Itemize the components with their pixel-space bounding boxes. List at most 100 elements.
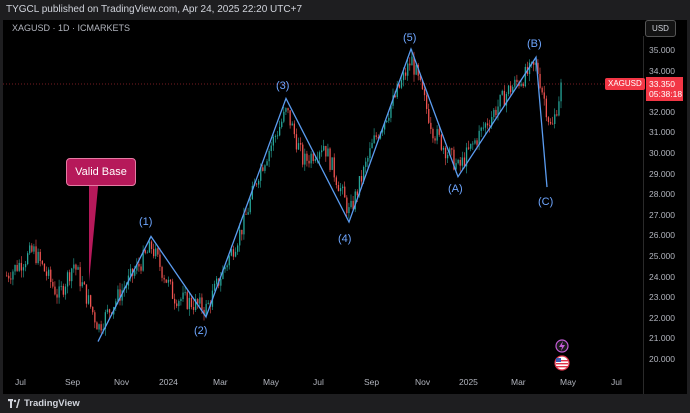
candle-body <box>371 143 373 149</box>
candle-body <box>480 127 482 131</box>
candle-body <box>262 167 264 171</box>
candle-body <box>552 123 554 125</box>
candle-body <box>12 271 14 280</box>
candle-body <box>62 285 64 295</box>
candle-body <box>163 277 165 280</box>
candle-body <box>226 265 228 268</box>
price-tick: 29.000 <box>649 168 675 179</box>
wave-label-5: (5) <box>403 32 417 44</box>
candle-body <box>474 140 476 144</box>
candle-body <box>554 114 556 125</box>
candle-body <box>106 309 109 313</box>
candle-body <box>310 153 312 164</box>
candle-body <box>199 297 201 304</box>
candle-body <box>22 267 25 271</box>
candle-body <box>287 108 289 111</box>
candle-body <box>87 295 90 304</box>
candle-body <box>90 295 92 307</box>
candle-body <box>18 262 20 271</box>
candle-body <box>281 121 283 127</box>
candle-body <box>268 151 270 162</box>
candle-body <box>400 80 403 88</box>
candle-body <box>291 123 293 126</box>
candle-body <box>184 292 186 294</box>
candle-body <box>501 90 503 95</box>
candle-body <box>510 85 512 93</box>
chart-frame: TYGCL published on TradingView.com, Apr … <box>0 0 690 413</box>
candle-body <box>369 148 371 158</box>
symbol-price-tag: XAGUSD <box>605 78 645 90</box>
candle-body <box>96 322 98 330</box>
candle-body <box>440 134 442 150</box>
valid-base-callout: Valid Base <box>66 158 136 186</box>
currency-button[interactable]: USD <box>645 20 676 37</box>
bar-countdown: 05:38:18 <box>649 89 683 99</box>
candle-body <box>234 251 237 257</box>
event-icons[interactable] <box>554 339 570 371</box>
candle-body <box>468 147 470 149</box>
candle-body <box>66 272 69 287</box>
price-tick: 32.000 <box>649 106 675 117</box>
chart-canvas[interactable]: XAGUSD · 1D · ICMARKETS USD 35.000 34.000… <box>3 20 687 394</box>
candle-body <box>556 114 558 116</box>
candle-body <box>188 297 190 309</box>
candle-body <box>337 185 340 192</box>
price-tick: 25.000 <box>649 251 675 261</box>
candle-body <box>329 148 331 170</box>
candle-body <box>539 73 541 88</box>
candle-body <box>451 148 453 150</box>
publish-header: TYGCL published on TradingView.com, Apr … <box>0 0 690 20</box>
candle-body <box>264 165 266 171</box>
candle-body <box>150 241 153 249</box>
candle-body <box>270 145 272 152</box>
candle-body <box>81 282 83 287</box>
candle-body <box>386 120 388 123</box>
candle-body <box>409 63 411 66</box>
candle-body <box>41 260 43 264</box>
wave-label-a: (A) <box>448 183 463 195</box>
elliott-wave-lines <box>97 47 548 342</box>
candle-body <box>232 249 235 257</box>
candle-body <box>140 266 142 271</box>
candle-body <box>428 108 430 123</box>
last-price-value: 33.350 <box>649 79 675 89</box>
price-tick: 22.000 <box>649 312 675 323</box>
candle-body <box>98 324 100 330</box>
candle-body <box>318 152 321 159</box>
candle-body <box>75 264 77 270</box>
time-tick: Mar <box>511 377 526 387</box>
candle-body <box>52 281 54 287</box>
candle-body <box>342 186 344 189</box>
candle-body <box>285 108 287 112</box>
candle-body <box>302 144 304 165</box>
candle-body <box>129 268 132 276</box>
candle-body <box>37 251 39 264</box>
candle-body <box>159 254 161 267</box>
candle-body <box>375 135 377 137</box>
candle-body <box>176 303 178 307</box>
candle-body <box>346 197 348 214</box>
candle-body <box>92 306 94 313</box>
time-tick: Sep <box>65 377 81 387</box>
wave-label-4: (4) <box>338 233 352 245</box>
candle-body <box>228 255 230 266</box>
candle-body <box>514 79 516 87</box>
candle-body <box>333 157 335 178</box>
candle-body <box>272 136 274 146</box>
candle-body <box>10 278 12 280</box>
candle-body <box>344 186 346 198</box>
price-tick: 34.000 <box>649 65 675 76</box>
candle-body <box>499 94 501 107</box>
candle-body <box>350 200 352 208</box>
candle-body <box>148 241 151 253</box>
time-tick: 2024 <box>159 377 178 387</box>
candle-body <box>174 298 176 304</box>
candle-body <box>405 72 407 76</box>
price-tick: 31.000 <box>649 127 675 138</box>
candle-body <box>516 79 518 83</box>
candle-body <box>205 303 207 315</box>
candle-body <box>461 157 463 166</box>
candle-body <box>16 264 18 271</box>
candle-body <box>558 101 560 116</box>
wave-label-c: (C) <box>538 196 554 208</box>
